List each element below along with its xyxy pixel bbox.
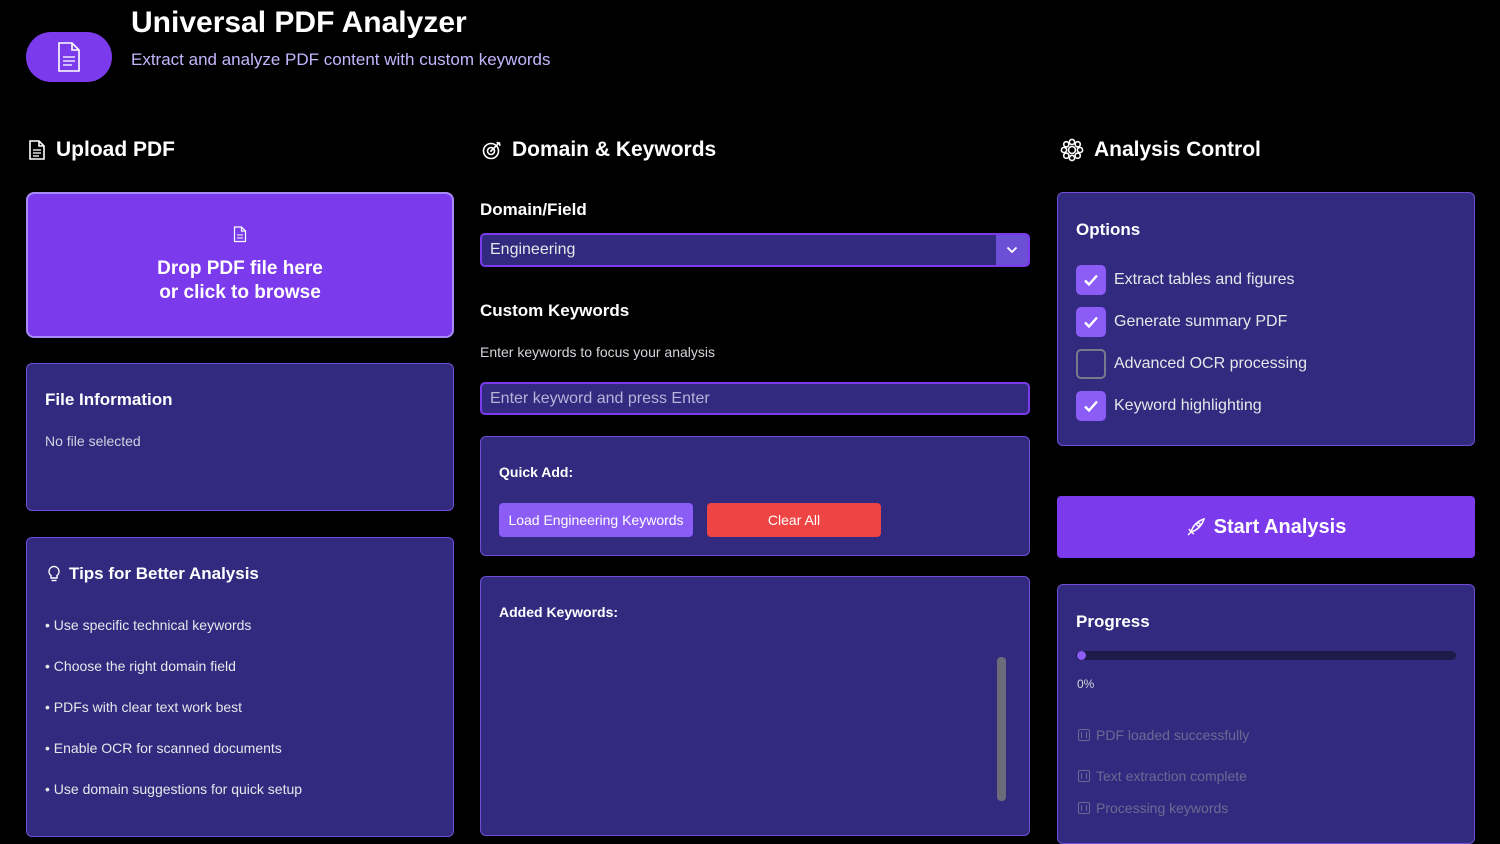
app-logo — [26, 32, 112, 82]
checkmark-icon — [1084, 316, 1098, 329]
dropzone-line2: or click to browse — [159, 281, 321, 303]
tips-panel: Tips for Better Analysis • Use specific … — [26, 537, 454, 837]
upload-section-label: Upload PDF — [56, 138, 175, 161]
checkmark-icon — [1084, 274, 1098, 287]
step-text-extraction: Text extraction complete — [1078, 768, 1247, 784]
tip-item: • Use domain suggestions for quick setup — [45, 781, 303, 797]
domain-section-title: Domain & Keywords — [482, 138, 716, 162]
control-section-title: Analysis Control — [1060, 138, 1261, 162]
domain-select[interactable]: Engineering — [480, 233, 1030, 267]
domain-section-label: Domain & Keywords — [512, 138, 717, 161]
step-processing-keywords: Processing keywords — [1078, 800, 1228, 816]
domain-field-label: Domain/Field — [480, 200, 587, 219]
file-info-text: No file selected — [45, 433, 141, 449]
tips-title-label: Tips for Better Analysis — [69, 564, 259, 583]
clear-all-button[interactable]: Clear All — [707, 503, 881, 537]
load-keywords-button[interactable]: Load Engineering Keywords — [499, 503, 693, 537]
rocket-icon — [1187, 517, 1205, 536]
options-title: Options — [1076, 220, 1141, 239]
progress-text: 0% — [1077, 677, 1095, 691]
tip-item: • Enable OCR for scanned documents — [45, 740, 282, 756]
added-keywords-label: Added Keywords: — [499, 604, 619, 620]
control-section-label: Analysis Control — [1094, 138, 1261, 161]
start-analysis-label: Start Analysis — [1213, 515, 1347, 538]
option-extract-tables[interactable]: Extract tables and figures — [1076, 265, 1295, 295]
app-subtitle: Extract and analyze PDF content with cus… — [131, 50, 551, 69]
step-label: PDF loaded successfully — [1096, 727, 1250, 743]
option-label: Generate summary PDF — [1114, 313, 1288, 330]
pause-icon — [1078, 729, 1090, 741]
tip-item: • Use specific technical keywords — [45, 617, 252, 633]
tip-item: • PDFs with clear text work best — [45, 699, 243, 715]
tip-item: • Choose the right domain field — [45, 658, 236, 674]
app-title: Universal PDF Analyzer — [131, 6, 467, 39]
upload-section-title: Upload PDF — [28, 138, 175, 162]
progress-knob — [1077, 651, 1086, 660]
lightbulb-icon — [48, 565, 60, 582]
keyword-input[interactable] — [480, 382, 1030, 415]
pause-icon — [1078, 770, 1090, 782]
file-icon — [233, 225, 247, 242]
keywords-hint: Enter keywords to focus your analysis — [480, 344, 715, 360]
target-icon — [482, 141, 501, 160]
checkbox-checked[interactable] — [1076, 265, 1106, 295]
step-label: Text extraction complete — [1096, 768, 1247, 784]
domain-select-value: Engineering — [490, 241, 576, 258]
checkbox-checked[interactable] — [1076, 307, 1106, 337]
added-keywords-panel: Added Keywords: — [480, 576, 1030, 836]
document-icon — [58, 42, 80, 72]
checkbox-checked[interactable] — [1076, 391, 1106, 421]
file-info-panel: File Information No file selected — [26, 363, 454, 511]
progress-title: Progress — [1076, 612, 1150, 631]
options-panel: Options Extract tables and figures Gener… — [1057, 192, 1475, 446]
option-label: Keyword highlighting — [1114, 397, 1262, 414]
custom-keywords-label: Custom Keywords — [480, 301, 630, 320]
quick-add-panel: Quick Add: Load Engineering Keywords Cle… — [480, 436, 1030, 556]
option-advanced-ocr[interactable]: Advanced OCR processing — [1076, 349, 1307, 379]
pdf-dropzone[interactable]: Drop PDF file here or click to browse — [26, 192, 454, 338]
progress-panel: Progress 0% PDF loaded successfully Text… — [1057, 584, 1475, 844]
pause-icon — [1078, 802, 1090, 814]
document-icon — [29, 140, 45, 160]
tips-title: Tips for Better Analysis — [47, 564, 259, 584]
option-label: Advanced OCR processing — [1114, 355, 1307, 372]
start-analysis-button[interactable]: Start Analysis — [1057, 496, 1475, 558]
keywords-scrollbar[interactable] — [997, 657, 1006, 801]
dropzone-line1: Drop PDF file here — [157, 257, 323, 279]
gear-icon — [1060, 138, 1084, 162]
checkbox-unchecked[interactable] — [1076, 349, 1106, 379]
dropzone-text: Drop PDF file here or click to browse — [157, 257, 323, 305]
step-label: Processing keywords — [1096, 800, 1229, 816]
progress-track — [1076, 651, 1456, 660]
chevron-down-icon[interactable] — [996, 235, 1028, 265]
file-info-title: File Information — [45, 390, 173, 409]
quick-add-label: Quick Add: — [499, 464, 574, 480]
option-label: Extract tables and figures — [1114, 271, 1295, 288]
checkmark-icon — [1084, 400, 1098, 413]
option-keyword-highlighting[interactable]: Keyword highlighting — [1076, 391, 1262, 421]
option-generate-summary[interactable]: Generate summary PDF — [1076, 307, 1287, 337]
step-pdf-loaded: PDF loaded successfully — [1078, 727, 1249, 743]
